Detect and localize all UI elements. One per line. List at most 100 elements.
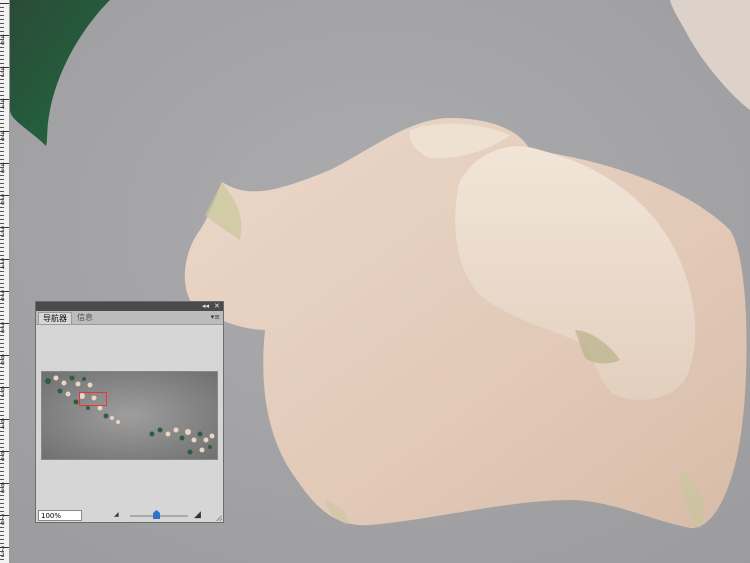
ruler-tick: [0, 187, 4, 188]
ruler-label: 8: [1, 488, 5, 495]
ruler-tick: [0, 351, 4, 352]
ruler-tick: [0, 375, 4, 376]
ruler-tick: [0, 479, 4, 480]
ruler-label: 6: [1, 136, 5, 143]
ruler-tick: [0, 467, 4, 468]
ruler-tick: [0, 435, 4, 436]
ruler-label: 0: [1, 360, 5, 367]
ruler-tick: [0, 347, 4, 348]
view-area-indicator[interactable]: [79, 392, 107, 406]
ruler-label: 4: [1, 104, 5, 111]
ruler-tick: [0, 15, 4, 16]
ruler-label: 2: [1, 552, 5, 559]
ruler-tick: [0, 3, 9, 4]
ruler-tick: [0, 111, 4, 112]
panel-tabs: 导航器 信息 ▾≡: [36, 311, 223, 325]
ruler-tick: [0, 407, 4, 408]
ruler-tick: [0, 319, 4, 320]
ruler-tick: [0, 23, 4, 24]
ruler-tick: [0, 463, 4, 464]
ruler-tick: [0, 207, 4, 208]
zoom-in-icon[interactable]: ◢: [194, 510, 201, 520]
ruler-tick: [0, 143, 4, 144]
ruler-label: 8: [1, 328, 5, 335]
ruler-label: 0: [1, 520, 5, 527]
ruler-tick: [0, 543, 4, 544]
ruler-tick: [0, 219, 4, 220]
ruler-tick: [0, 155, 4, 156]
ruler-tick: [0, 47, 4, 48]
ruler-tick: [0, 379, 4, 380]
ruler-tick: [0, 279, 4, 280]
resize-grip[interactable]: [216, 515, 222, 521]
ruler-tick: [0, 79, 4, 80]
ruler-tick: [0, 275, 4, 276]
zoom-out-icon[interactable]: ◢: [114, 510, 119, 520]
ruler-tick: [0, 511, 4, 512]
ruler-tick: [0, 503, 4, 504]
ruler-tick: [0, 307, 4, 308]
ruler-tick: [0, 175, 4, 176]
ruler-tick: [0, 271, 4, 272]
ruler-tick: [0, 63, 4, 64]
zoom-input[interactable]: 100%: [38, 510, 82, 521]
close-icon[interactable]: ✕: [214, 302, 220, 311]
ruler-tick: [0, 443, 4, 444]
collapse-icon[interactable]: ◂◂: [202, 302, 209, 311]
ruler-tick: [0, 383, 4, 384]
ruler-tick: [0, 211, 4, 212]
ruler-tick: [0, 31, 4, 32]
ruler-tick: [0, 431, 4, 432]
ruler-tick: [0, 507, 4, 508]
ruler-tick: [0, 499, 4, 500]
ruler-tick: [0, 123, 4, 124]
ruler-tick: [0, 311, 4, 312]
ruler-tick: [0, 239, 4, 240]
ruler-tick: [0, 411, 4, 412]
panel-menu-icon[interactable]: ▾≡: [211, 313, 220, 321]
navigator-panel: ◂◂ ✕ 导航器 信息 ▾≡ 100% ◢ ◢: [35, 301, 224, 523]
ruler-tick: [0, 371, 4, 372]
ruler-tick: [0, 439, 4, 440]
thumbnail-image: [42, 372, 217, 459]
ruler-tick: [0, 335, 4, 336]
ruler-tick: [0, 223, 4, 224]
ruler-tick: [0, 539, 4, 540]
ruler-label: 8: [1, 168, 5, 175]
ruler-tick: [0, 55, 4, 56]
ruler-tick: [0, 11, 4, 12]
ruler-tick: [0, 399, 4, 400]
ruler-tick: [0, 151, 4, 152]
ruler-label: 6: [1, 456, 5, 463]
ruler-tick: [0, 147, 4, 148]
ruler-tick: [0, 247, 4, 248]
ruler-tick: [0, 287, 4, 288]
ruler-tick: [0, 251, 4, 252]
ruler-tick: [0, 19, 4, 20]
ruler-tick: [0, 447, 4, 448]
ruler-tick: [0, 215, 4, 216]
tab-navigator[interactable]: 导航器: [38, 312, 72, 324]
ruler-tick: [0, 475, 4, 476]
ruler-tick: [0, 51, 4, 52]
tab-info[interactable]: 信息: [73, 312, 99, 324]
ruler-tick: [0, 367, 4, 368]
ruler-label: 6: [1, 296, 5, 303]
ruler-tick: [0, 255, 4, 256]
navigator-thumbnail[interactable]: [41, 371, 218, 460]
ruler-tick: [0, 559, 4, 560]
ruler-tick: [0, 119, 4, 120]
ruler-label: 2: [1, 232, 5, 239]
ruler-tick: [0, 87, 4, 88]
ruler-tick: [0, 191, 4, 192]
ruler-label: 0: [1, 200, 5, 207]
ruler-tick: [0, 179, 4, 180]
ruler-label: 2: [1, 72, 5, 79]
ruler-tick: [0, 127, 4, 128]
ruler-tick: [0, 415, 4, 416]
vertical-ruler[interactable]: 4042444648505254565860626466687072: [0, 0, 10, 563]
zoom-slider-thumb[interactable]: [152, 510, 160, 519]
panel-titlebar[interactable]: ◂◂ ✕: [36, 302, 223, 311]
ruler-tick: [0, 115, 4, 116]
ruler-label: 2: [1, 392, 5, 399]
